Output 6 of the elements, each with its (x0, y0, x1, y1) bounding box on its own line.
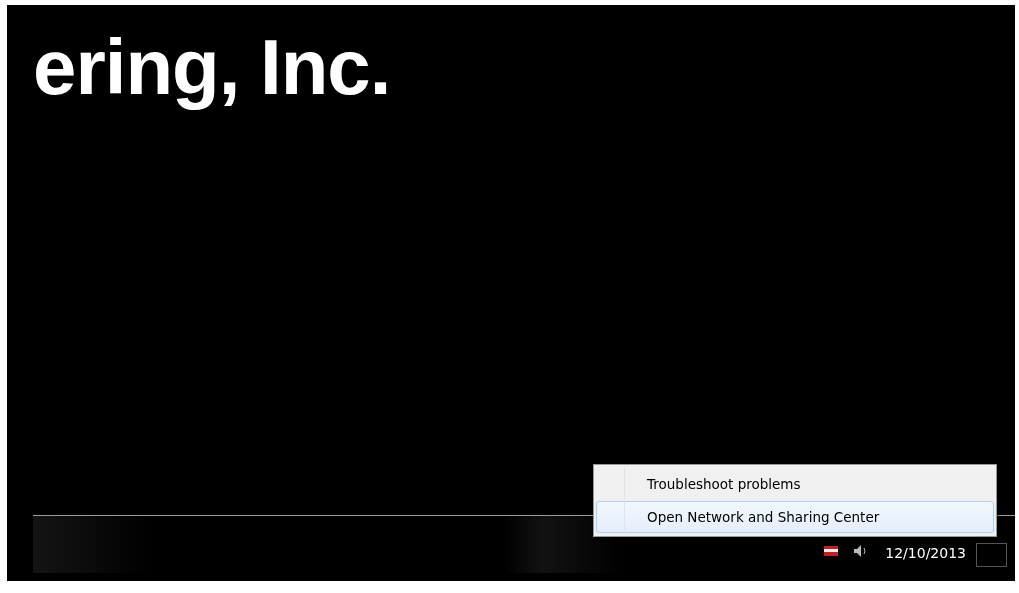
menu-item[interactable]: Troubleshoot problems (596, 468, 994, 500)
menu-item[interactable]: Open Network and Sharing Center (596, 501, 994, 533)
show-desktop-button[interactable] (976, 542, 1007, 567)
flag-icon[interactable] (823, 544, 840, 557)
clock-date[interactable]: 12/10/2013 (885, 544, 966, 561)
wallpaper-text: ering, Inc. (32, 22, 391, 111)
